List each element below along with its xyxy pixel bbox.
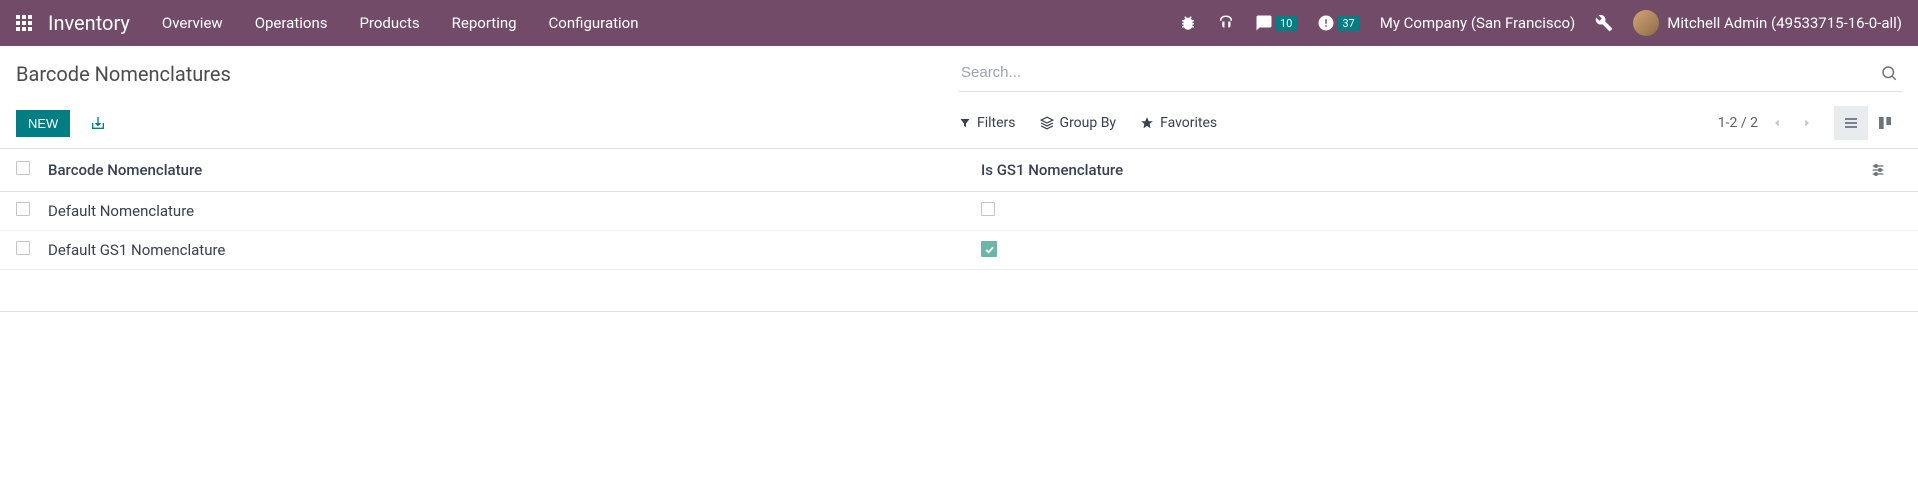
table-options-icon[interactable] [1870, 162, 1902, 178]
nav-products[interactable]: Products [359, 14, 419, 32]
search-options: Filters Group By Favorites [959, 115, 1718, 131]
groupby-button[interactable]: Group By [1040, 115, 1117, 131]
topbar-left: Inventory Overview Operations Products R… [16, 11, 639, 35]
gs1-unchecked-icon [981, 202, 995, 216]
table-row[interactable]: Default GS1 Nomenclature [0, 231, 1918, 270]
filters-label: Filters [977, 115, 1016, 131]
pager-next[interactable] [1796, 114, 1818, 132]
topbar: Inventory Overview Operations Products R… [0, 0, 1918, 46]
table-footer [0, 270, 1918, 312]
topbar-right: 10 37 My Company (San Francisco) Mitchel… [1179, 10, 1902, 36]
select-all-checkbox[interactable] [16, 161, 30, 175]
pager-text[interactable]: 1-2 / 2 [1718, 115, 1758, 131]
discuss-icon[interactable]: 10 [1255, 14, 1297, 32]
avatar [1633, 10, 1659, 36]
download-button[interactable] [86, 111, 110, 135]
view-list-button[interactable] [1834, 106, 1868, 140]
view-kanban-button[interactable] [1868, 106, 1902, 140]
col-name[interactable]: Barcode Nomenclature [48, 161, 959, 179]
company-selector[interactable]: My Company (San Francisco) [1380, 14, 1575, 32]
debug-icon[interactable] [1179, 14, 1197, 32]
app-brand[interactable]: Inventory [48, 11, 130, 35]
nav-operations[interactable]: Operations [255, 14, 328, 32]
filters-button[interactable]: Filters [959, 115, 1016, 131]
table-row[interactable]: Default Nomenclature [0, 192, 1918, 231]
pager-prev[interactable] [1766, 114, 1788, 132]
search-input[interactable] [959, 58, 1876, 87]
phone-icon[interactable] [1217, 14, 1235, 32]
row-is-gs1 [959, 202, 1870, 220]
discuss-badge: 10 [1275, 16, 1297, 31]
view-switcher [1834, 106, 1902, 140]
nav-reporting[interactable]: Reporting [452, 14, 517, 32]
row-is-gs1 [959, 241, 1870, 259]
favorites-button[interactable]: Favorites [1140, 115, 1217, 131]
user-menu[interactable]: Mitchell Admin (49533715-16-0-all) [1633, 10, 1902, 36]
gs1-checked-icon [981, 241, 997, 257]
table: Barcode Nomenclature Is GS1 Nomenclature… [0, 149, 1918, 312]
page-title: Barcode Nomenclatures [16, 58, 959, 86]
search-bar [959, 58, 1902, 92]
table-header: Barcode Nomenclature Is GS1 Nomenclature [0, 149, 1918, 192]
col-is-gs1[interactable]: Is GS1 Nomenclature [959, 161, 1870, 179]
activities-icon[interactable]: 37 [1317, 14, 1359, 32]
nav-menu: Overview Operations Products Reporting C… [162, 14, 639, 32]
row-checkbox[interactable] [16, 241, 30, 255]
nav-configuration[interactable]: Configuration [549, 14, 639, 32]
control-panel: Barcode Nomenclatures NEW Filters [0, 46, 1918, 149]
favorites-label: Favorites [1160, 115, 1217, 131]
tools-icon[interactable] [1595, 14, 1613, 32]
search-button[interactable] [1876, 60, 1902, 86]
row-name: Default GS1 Nomenclature [48, 241, 959, 259]
row-checkbox[interactable] [16, 202, 30, 216]
user-name: Mitchell Admin (49533715-16-0-all) [1667, 14, 1902, 32]
new-button[interactable]: NEW [16, 110, 70, 137]
apps-icon[interactable] [16, 15, 32, 31]
nav-overview[interactable]: Overview [162, 14, 223, 32]
groupby-label: Group By [1060, 115, 1117, 131]
pager: 1-2 / 2 [1718, 114, 1818, 132]
row-name: Default Nomenclature [48, 202, 959, 220]
activities-badge: 37 [1337, 16, 1359, 31]
